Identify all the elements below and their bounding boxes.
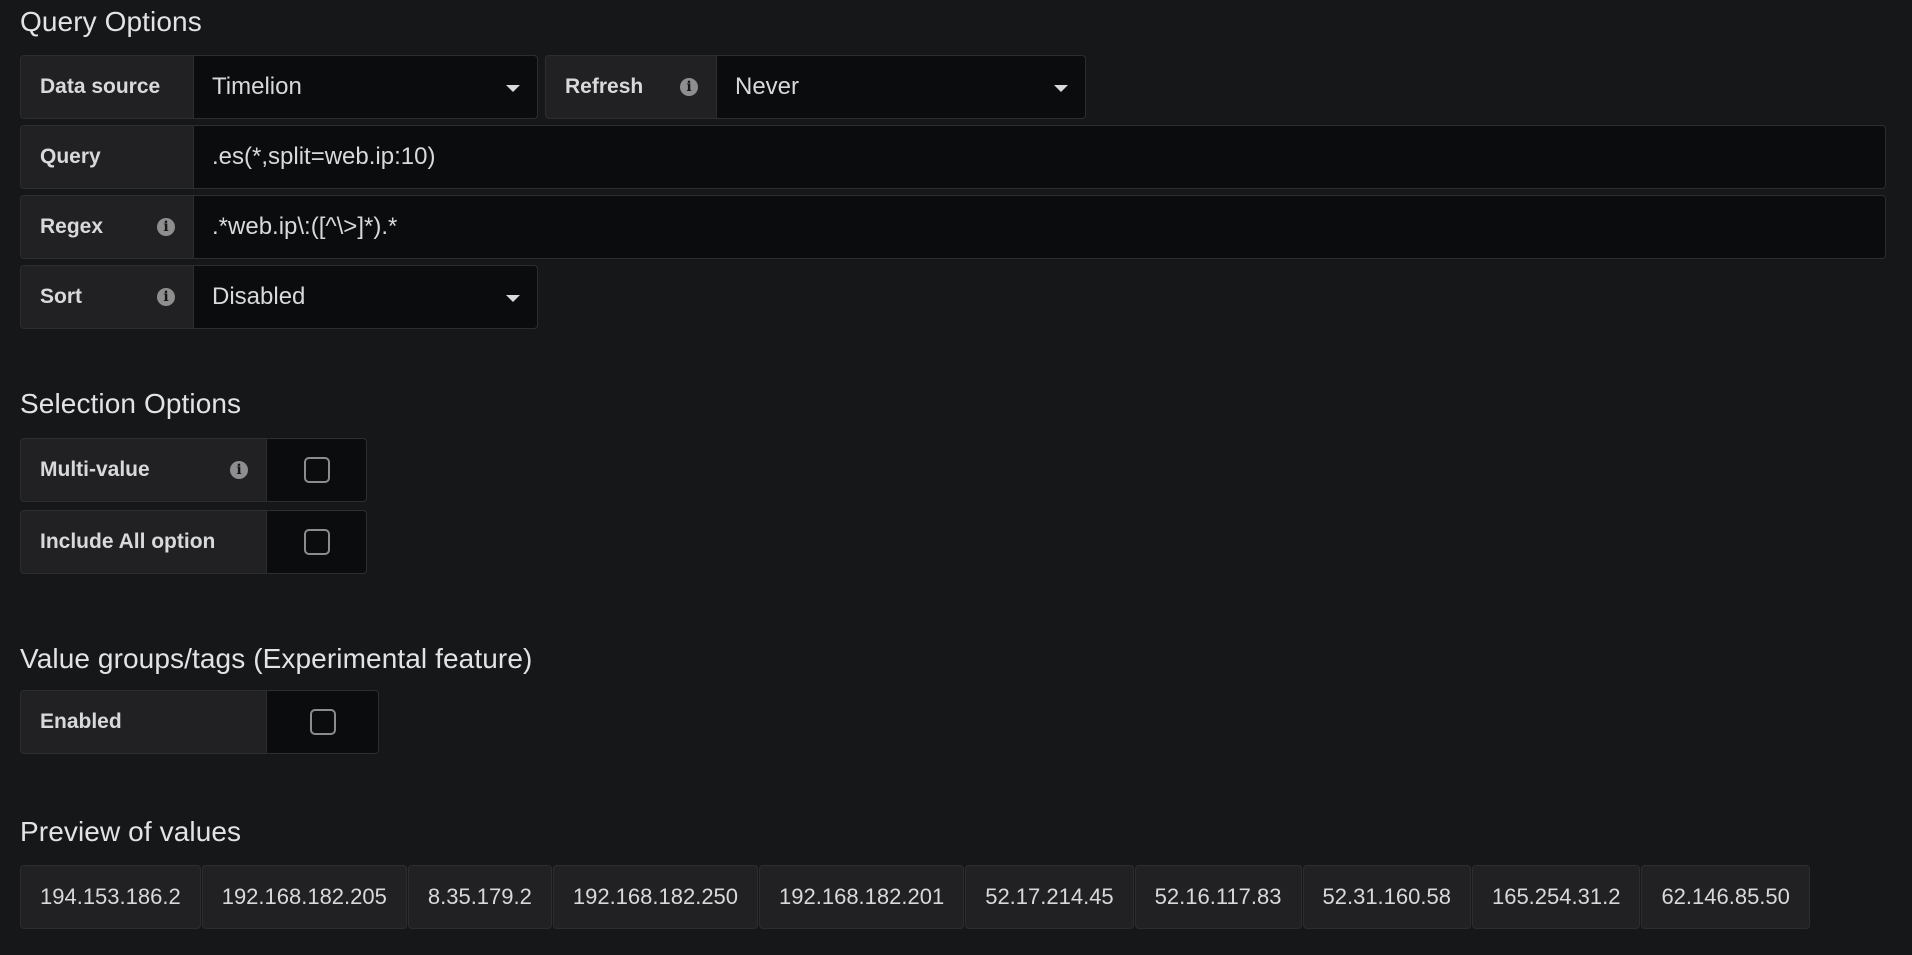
regex-row: Regex i .*web.ip\:([^\>]*).* [20,195,1886,259]
preview-value: 52.17.214.45 [965,865,1134,929]
refresh-label: Refresh i [545,55,717,119]
query-row: Query .es(*,split=web.ip:10) [20,125,1886,189]
data-source-select[interactable]: Timelion [194,55,538,119]
caret-down-icon [1054,85,1068,92]
variable-editor: Query Options Data source Timelion Refre… [0,0,1912,955]
enabled-row: Enabled [20,690,379,754]
include-all-checkbox-cell[interactable] [267,510,367,574]
info-icon[interactable]: i [230,461,248,479]
preview-value: 192.168.182.205 [201,865,407,929]
preview-values: 194.153.186.2 192.168.182.205 8.35.179.2… [20,865,1811,929]
checkbox-unchecked-icon[interactable] [303,457,330,483]
multi-value-label: Multi-value i [20,438,267,502]
sort-row: Sort i Disabled [20,265,538,329]
preview-value: 192.168.182.250 [552,865,759,929]
info-icon[interactable]: i [680,78,698,96]
preview-value: 165.254.31.2 [1471,865,1641,929]
regex-label: Regex i [20,195,194,259]
enabled-label: Enabled [20,690,267,754]
caret-down-icon [506,85,520,92]
multi-value-row: Multi-value i [20,438,367,502]
enabled-checkbox-cell[interactable] [267,690,379,754]
regex-input[interactable]: .*web.ip\:([^\>]*).* [194,195,1886,259]
preview-value: 8.35.179.2 [407,865,552,929]
info-icon[interactable]: i [157,218,175,236]
checkbox-unchecked-icon[interactable] [309,709,336,735]
data-source-row: Data source Timelion Refresh i Never [20,55,1086,119]
caret-down-icon [506,295,520,302]
include-all-label: Include All option [20,510,267,574]
info-icon[interactable]: i [157,288,175,306]
sort-label: Sort i [20,265,194,329]
sort-select[interactable]: Disabled [194,265,538,329]
include-all-row: Include All option [20,510,367,574]
preview-value: 52.31.160.58 [1302,865,1471,929]
query-options-title: Query Options [20,6,202,37]
query-label: Query [20,125,194,189]
data-source-label: Data source [20,55,194,119]
preview-value: 52.16.117.83 [1134,865,1302,929]
refresh-select[interactable]: Never [717,55,1086,119]
checkbox-unchecked-icon[interactable] [303,529,330,555]
selection-options-title: Selection Options [20,388,242,419]
query-input[interactable]: .es(*,split=web.ip:10) [194,125,1886,189]
preview-title: Preview of values [20,816,242,847]
multi-value-checkbox-cell[interactable] [267,438,367,502]
preview-value: 62.146.85.50 [1641,865,1810,929]
preview-value: 194.153.186.2 [20,865,201,929]
value-groups-title: Value groups/tags (Experimental feature) [20,643,533,674]
preview-value: 192.168.182.201 [759,865,965,929]
